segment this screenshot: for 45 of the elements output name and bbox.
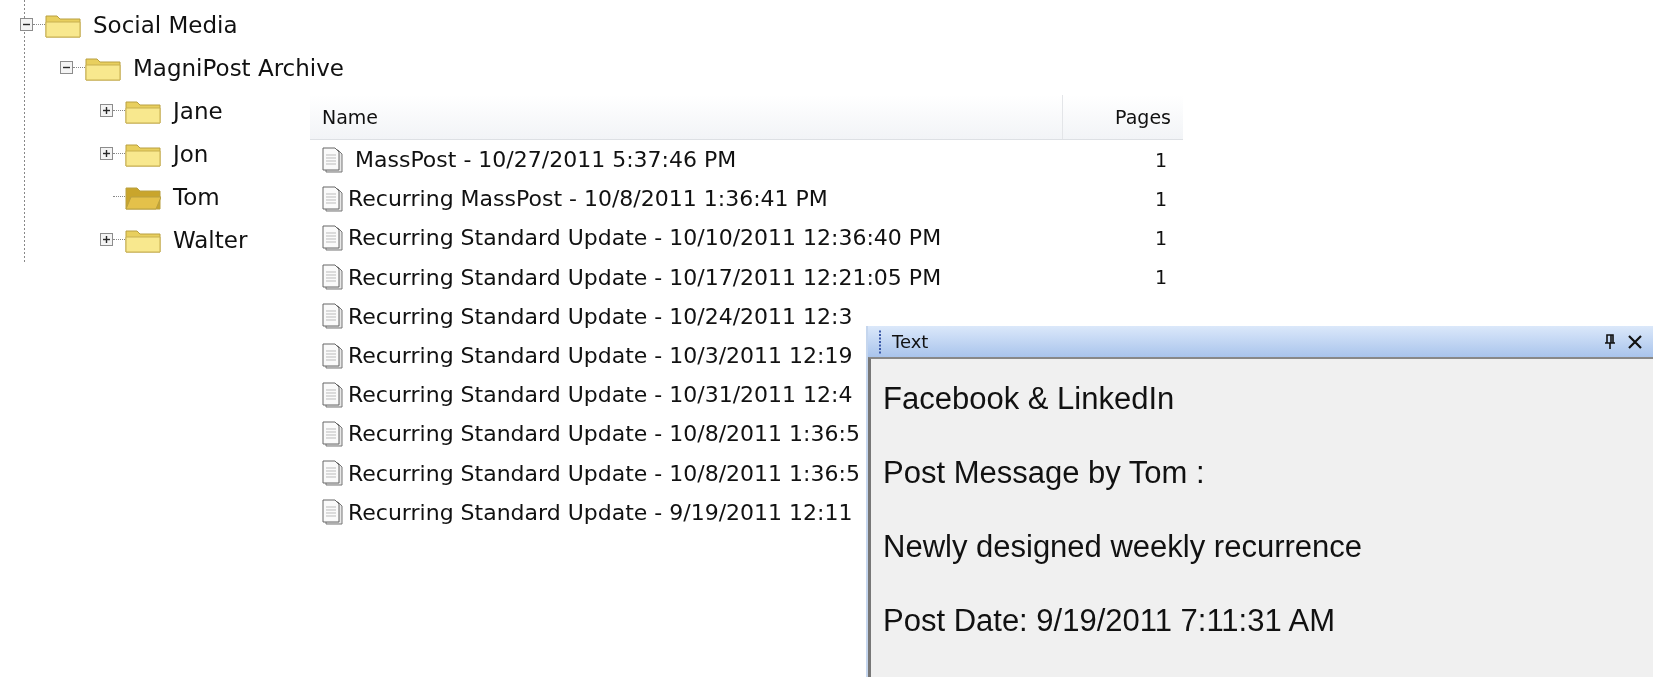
column-header[interactable]: Pages: [1063, 95, 1183, 139]
expander-toggle[interactable]: [100, 233, 113, 246]
file-name[interactable]: Recurring Standard Update - 10/8/2011 1:36:5: [348, 421, 860, 447]
expander-toggle[interactable]: [20, 18, 33, 31]
file-name[interactable]: Recurring Standard Update - 10/24/2011 12:3: [348, 303, 853, 329]
pin-icon[interactable]: [1603, 333, 1617, 350]
table-cell-text: 1: [1154, 266, 1168, 289]
document-icon: [322, 303, 344, 330]
table-cell-text: 1: [1154, 226, 1168, 249]
text-line: Newly designed weekly recurrence: [883, 529, 1363, 565]
text-line: Post Message by Tom :: [883, 455, 1206, 491]
text-line: Post Date: 9/19/2011 7:11:31 AM: [883, 603, 1337, 639]
tree-item[interactable]: Social Media: [93, 11, 238, 38]
close-icon[interactable]: [1627, 333, 1643, 350]
file-name[interactable]: Recurring Standard Update - 10/31/2011 12:4: [348, 382, 853, 408]
file-name[interactable]: Recurring Standard Update - 10/8/2011 1:36:5: [348, 460, 860, 486]
document-icon: [322, 460, 344, 487]
document-icon: [322, 224, 344, 251]
tree-item[interactable]: Jane: [173, 97, 223, 124]
document-icon: [322, 264, 344, 291]
file-name[interactable]: Recurring MassPost - 10/8/2011 1:36:41 PM: [348, 186, 828, 212]
expander-toggle[interactable]: [60, 61, 73, 74]
tree-item[interactable]: Tom: [173, 183, 220, 210]
document-icon: [322, 381, 344, 408]
tree-item[interactable]: Walter: [173, 226, 248, 253]
document-icon: [322, 342, 344, 369]
column-header[interactable]: Name: [310, 95, 1063, 139]
file-name[interactable]: Recurring Standard Update - 10/17/2011 12:21:05 PM: [348, 264, 942, 290]
table-cell-text: 1: [1154, 187, 1168, 210]
document-icon: [322, 499, 344, 526]
file-name[interactable]: Recurring Standard Update - 10/3/2011 12:19: [348, 343, 853, 369]
expander-toggle[interactable]: [100, 147, 113, 160]
tree-item[interactable]: Jon: [173, 140, 209, 167]
document-icon: [322, 185, 344, 212]
panel-title: Text: [892, 331, 930, 352]
table-cell-text: 1: [1154, 148, 1168, 171]
document-icon: [322, 420, 344, 447]
tree-item[interactable]: MagniPost Archive: [133, 54, 344, 81]
text-line: Facebook & LinkedIn: [883, 381, 1176, 417]
file-name[interactable]: Recurring Standard Update - 10/10/2011 12:36:40 PM: [348, 225, 942, 251]
file-name[interactable]: MassPost - 10/27/2011 5:37:46 PM: [348, 147, 737, 173]
file-name[interactable]: Recurring Standard Update - 9/19/2011 12:11: [348, 499, 853, 525]
expander-toggle[interactable]: [100, 104, 113, 117]
document-icon: [322, 146, 344, 173]
grip-icon[interactable]: [878, 328, 882, 355]
